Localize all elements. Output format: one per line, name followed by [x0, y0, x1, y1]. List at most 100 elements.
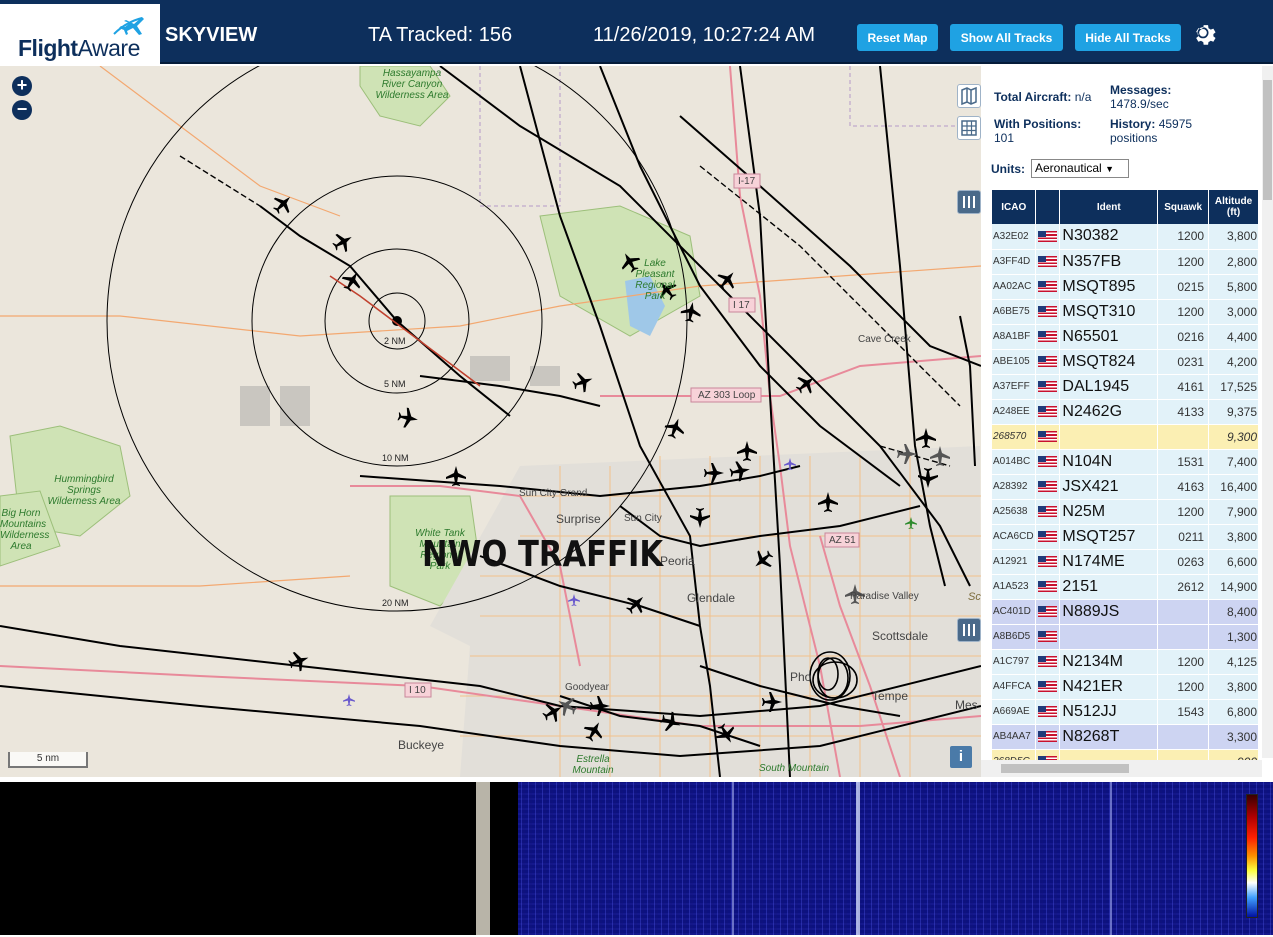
reset-map-button[interactable]: Reset Map [857, 24, 938, 51]
us-flag-icon [1038, 355, 1058, 367]
flag-cell [1035, 374, 1061, 400]
table-row[interactable]: A4FFCA N421ER 1200 3,800 [992, 674, 1259, 700]
squawk-cell: 1200 [1157, 299, 1210, 325]
altitude-cell: 9,375 [1208, 399, 1259, 425]
table-row[interactable]: A6BE75 MSQT310 1200 3,000 [992, 299, 1259, 325]
table-row[interactable]: ABE105 MSQT824 0231 4,200 [992, 349, 1259, 375]
range-ring-label: 2 NM [384, 336, 406, 346]
squawk-cell: 4163 [1157, 474, 1210, 500]
table-row[interactable]: AA02AC MSQT895 0215 5,800 [992, 274, 1259, 300]
altitude-cell: 3,300 [1208, 724, 1259, 750]
ident-cell: MSQT257 [1059, 524, 1159, 550]
panel-horizontal-scrollbar[interactable] [981, 760, 1262, 777]
altitude-cell: 3,800 [1208, 674, 1259, 700]
info-icon[interactable]: i [950, 746, 972, 768]
altitude-cell: 16,400 [1208, 474, 1259, 500]
table-row[interactable]: A32E02 N30382 1200 3,800 [992, 224, 1259, 250]
columns-icon[interactable] [957, 618, 981, 642]
units-select[interactable]: Aeronautical ▼ [1031, 159, 1129, 178]
place-label: Pho [790, 670, 812, 684]
altitude-cell: 8,400 [1208, 599, 1259, 625]
place-label: Peoria [660, 554, 695, 568]
flag-cell [1035, 499, 1061, 525]
table-row[interactable]: AB4AA7 N8268T 3,300 [992, 724, 1259, 750]
chevron-down-icon: ▼ [1105, 164, 1114, 174]
us-flag-icon [1038, 705, 1058, 717]
map-layers-icon[interactable] [957, 84, 981, 108]
squawk-cell [1157, 424, 1210, 450]
icao-cell: 268570 [992, 424, 1037, 450]
column-header-ident[interactable]: Ident [1059, 190, 1159, 224]
column-header-squawk[interactable]: Squawk [1157, 190, 1210, 224]
us-flag-icon [1038, 230, 1058, 242]
table-row[interactable]: A8A1BF N65501 0216 4,400 [992, 324, 1259, 350]
place-label: Sun City [624, 513, 662, 524]
table-row[interactable]: A1A523 2151 2612 14,900 [992, 574, 1259, 600]
ident-cell: DAL1945 [1059, 374, 1159, 400]
flag-cell [1035, 724, 1061, 750]
squawk-cell: 1200 [1157, 649, 1210, 675]
table-row[interactable]: A28392 JSX421 4163 16,400 [992, 474, 1259, 500]
place-label: Paradise Valley [850, 591, 919, 602]
table-row[interactable]: ACA6CD MSQT257 0211 3,800 [992, 524, 1259, 550]
settings-gear-icon[interactable] [1192, 22, 1216, 46]
zoom-out-icon[interactable]: − [12, 100, 32, 120]
table-row[interactable]: A669AE N512JJ 1543 6,800 [992, 699, 1259, 725]
range-ring-label: 5 NM [384, 379, 406, 389]
icao-cell: A4FFCA [992, 674, 1037, 700]
table-row[interactable]: A1C797 N2134M 1200 4,125 [992, 649, 1259, 675]
table-row[interactable]: A248EE N2462G 4133 9,375 [992, 399, 1259, 425]
icao-cell: A014BC [992, 449, 1037, 475]
column-header-flag[interactable] [1035, 190, 1061, 224]
icao-cell: A248EE [992, 399, 1037, 425]
table-row[interactable]: AC401D N889JS 8,400 [992, 599, 1259, 625]
spectrum-divider[interactable] [476, 782, 490, 935]
flag-cell [1035, 649, 1061, 675]
us-flag-icon [1038, 405, 1058, 417]
hide-all-tracks-button[interactable]: Hide All Tracks [1075, 24, 1181, 51]
us-flag-icon [1038, 480, 1058, 492]
column-header-altitude[interactable]: Altitude (ft) [1208, 190, 1259, 224]
squawk-cell: 0263 [1157, 549, 1210, 575]
place-label: Scottsdale [872, 629, 929, 643]
table-row[interactable]: A37EFF DAL1945 4161 17,525 [992, 374, 1259, 400]
range-ring-label: 20 NM [382, 598, 409, 608]
grid-icon[interactable] [957, 116, 981, 140]
spectrum-dark-strip [490, 782, 518, 935]
aircraft-panel: Total Aircraft: n/a With Positions: 101 M… [981, 66, 1273, 777]
show-all-tracks-button[interactable]: Show All Tracks [950, 24, 1063, 51]
flag-cell [1035, 474, 1061, 500]
ident-cell: N2134M [1059, 649, 1159, 675]
table-row[interactable]: A12921 N174ME 0263 6,600 [992, 549, 1259, 575]
ident-cell: N8268T [1059, 724, 1159, 750]
place-label: Sun City Grand [519, 488, 588, 499]
table-row[interactable]: 268570 9,300 [992, 424, 1259, 450]
panel-vertical-scrollbar[interactable] [1262, 66, 1273, 758]
squawk-cell: 1543 [1157, 699, 1210, 725]
ident-cell: N65501 [1059, 324, 1159, 350]
column-header-icao[interactable]: ICAO [992, 190, 1037, 224]
table-row[interactable]: A8B6D5 1,300 [992, 624, 1259, 650]
us-flag-icon [1038, 680, 1058, 692]
squawk-cell: 0231 [1157, 349, 1210, 375]
table-header: ICAO Ident Squawk Altitude (ft) [992, 190, 1259, 224]
squawk-cell: 0215 [1157, 274, 1210, 300]
table-row[interactable]: A25638 N25M 1200 7,900 [992, 499, 1259, 525]
columns-icon[interactable] [957, 190, 981, 214]
flag-cell [1035, 424, 1061, 450]
altitude-cell: 4,400 [1208, 324, 1259, 350]
us-flag-icon [1038, 655, 1058, 667]
waterfall-signal-line [856, 782, 860, 935]
flag-cell [1035, 299, 1061, 325]
place-label: Surprise [556, 512, 601, 526]
table-row[interactable]: A3FF4D N357FB 1200 2,800 [992, 249, 1259, 275]
map-view[interactable]: I-17 I 17 AZ 303 Loop AZ 51 I 10 Hassaya… [0, 66, 981, 777]
altitude-cell: 1,300 [1208, 624, 1259, 650]
altitude-cell: 6,600 [1208, 549, 1259, 575]
flightaware-logo[interactable]: FlightAware [0, 4, 160, 64]
zoom-in-icon[interactable]: + [12, 76, 32, 96]
table-row[interactable]: A014BC N104N 1531 7,400 [992, 449, 1259, 475]
us-flag-icon [1038, 280, 1058, 292]
squawk-cell: 2612 [1157, 574, 1210, 600]
spectrum-black-panel [0, 782, 476, 935]
